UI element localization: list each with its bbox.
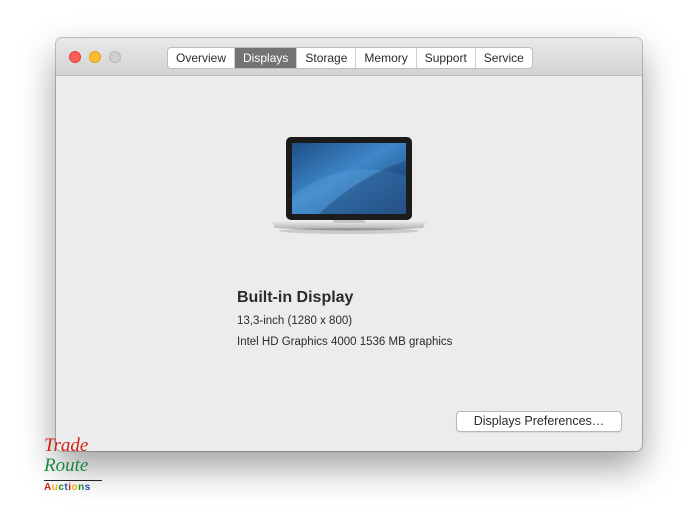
watermark-line2: Route xyxy=(44,455,89,476)
watermark-line3: Auctions xyxy=(44,482,91,493)
watermark-letter: n xyxy=(78,482,85,493)
display-graphics: Intel HD Graphics 4000 1536 MB graphics xyxy=(237,336,453,348)
display-title: Built-in Display xyxy=(237,289,354,306)
display-size-resolution: 13,3-inch (1280 x 800) xyxy=(237,315,353,327)
display-info: Built-in Display 13,3-inch (1280 x 800) … xyxy=(237,289,452,348)
watermark-rule xyxy=(44,480,102,481)
watermark-letter: A xyxy=(44,482,52,493)
tab-bar: Overview Displays Storage Memory Support… xyxy=(167,47,533,69)
watermark-line1: Trade xyxy=(44,435,89,456)
watermark-logo: Trade Route Auctions xyxy=(44,435,114,495)
close-icon[interactable] xyxy=(69,51,81,63)
about-this-mac-window: Overview Displays Storage Memory Support… xyxy=(56,38,642,451)
minimize-icon[interactable] xyxy=(89,51,101,63)
tab-memory[interactable]: Memory xyxy=(356,48,417,68)
displays-preferences-button[interactable]: Displays Preferences… xyxy=(456,411,622,432)
tab-overview[interactable]: Overview xyxy=(168,48,236,68)
tab-storage[interactable]: Storage xyxy=(297,48,357,68)
watermark-letter: s xyxy=(84,482,91,493)
zoom-icon[interactable] xyxy=(109,51,121,63)
title-bar: Overview Displays Storage Memory Support… xyxy=(56,38,642,76)
tab-support[interactable]: Support xyxy=(417,48,476,68)
tab-displays[interactable]: Displays xyxy=(235,48,298,68)
tab-service[interactable]: Service xyxy=(476,48,532,68)
laptop-icon xyxy=(271,137,427,234)
